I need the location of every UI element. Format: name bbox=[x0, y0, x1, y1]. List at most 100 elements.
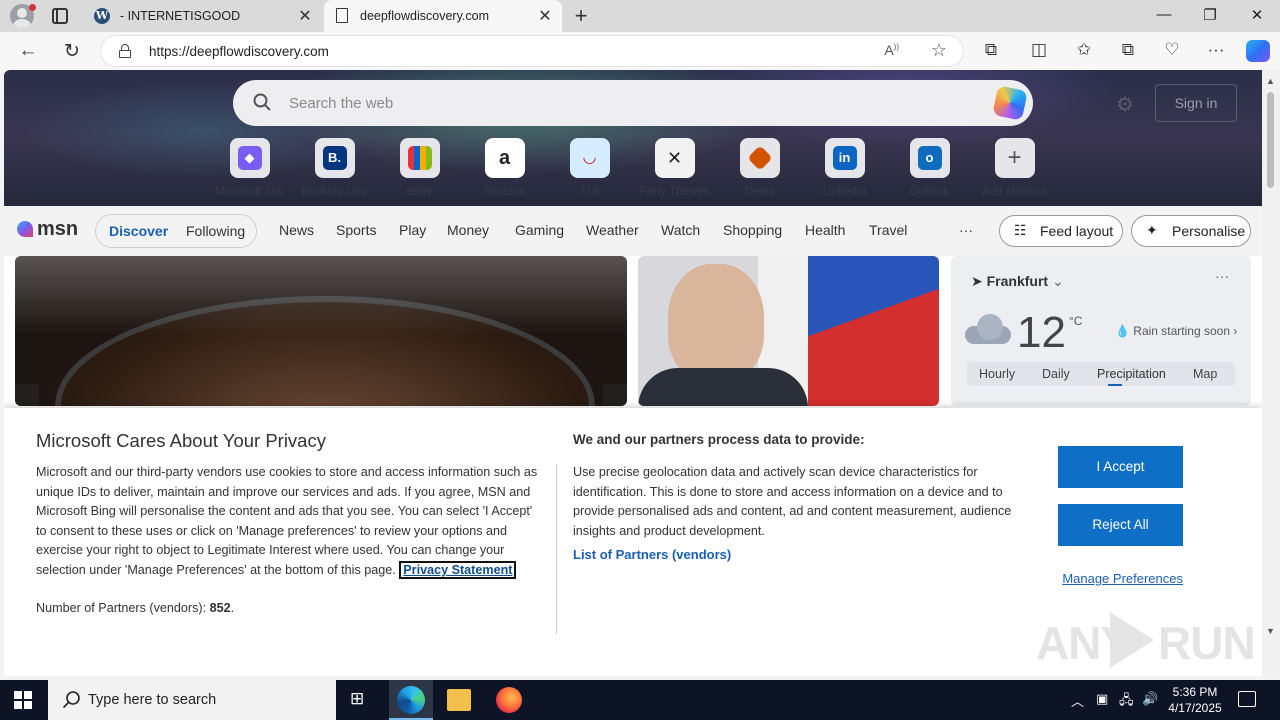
favorites-icon[interactable]: ✩ bbox=[1072, 40, 1096, 60]
address-bar[interactable]: https://deepflowdiscovery.com A)) ☆ bbox=[100, 35, 964, 67]
nav-health[interactable]: Health bbox=[805, 222, 845, 238]
nav-news[interactable]: News bbox=[279, 222, 314, 238]
browser-essentials-icon[interactable]: ♡ bbox=[1160, 40, 1184, 60]
windows-taskbar: Type here to search ⊞ ︿ ▣ 🖧 🔊 5:36 PM 4/… bbox=[0, 680, 1280, 720]
shortcut-label: Microsoft 365 bbox=[214, 186, 285, 198]
taskbar-clock[interactable]: 5:36 PM 4/17/2025 bbox=[1160, 684, 1230, 716]
weather-forecast-note[interactable]: 💧 Rain starting soon › bbox=[1115, 324, 1237, 338]
nav-play[interactable]: Play bbox=[399, 222, 426, 238]
shortcut-booking[interactable]: B. Booking.com bbox=[292, 138, 377, 198]
tab-actions-icon[interactable] bbox=[52, 8, 68, 24]
vendors-list-link[interactable]: List of Partners (vendors) bbox=[573, 547, 731, 562]
weather-location[interactable]: ➤ Frankfurt ⌄ bbox=[971, 273, 1064, 290]
edge-icon[interactable] bbox=[397, 686, 425, 714]
lock-icon[interactable] bbox=[119, 44, 131, 58]
tab-following[interactable]: Following bbox=[186, 223, 245, 239]
notification-icon[interactable] bbox=[1238, 691, 1256, 707]
outlook-icon: o bbox=[917, 146, 942, 170]
shortcut-ebay[interactable]: eBay bbox=[377, 138, 462, 198]
nav-money[interactable]: Money bbox=[447, 222, 489, 238]
more-options-icon[interactable]: ··· bbox=[1215, 268, 1229, 284]
feed-layout-button[interactable]: ☷ Feed layout bbox=[999, 215, 1123, 247]
nav-more-icon[interactable]: ··· bbox=[959, 222, 973, 238]
new-tab-icon[interactable]: + bbox=[570, 3, 592, 29]
tab-internetisgood[interactable]: W - INTERNETISGOOD ✕ bbox=[84, 0, 322, 32]
windows-start-icon[interactable] bbox=[14, 691, 32, 709]
shortcut-label: Deals bbox=[744, 186, 775, 198]
close-tab-icon[interactable]: ✕ bbox=[296, 6, 314, 26]
news-card-politics[interactable] bbox=[638, 256, 939, 406]
ebay-icon bbox=[407, 146, 432, 170]
shortcut-label: Forty Thieves bbox=[639, 186, 710, 198]
carousel-next-button[interactable] bbox=[603, 384, 627, 406]
tab-deepflowdiscovery[interactable]: deepflowdiscovery.com ✕ bbox=[324, 0, 562, 32]
search-box[interactable]: Search the web bbox=[233, 80, 1033, 126]
carousel-prev-button[interactable] bbox=[15, 384, 39, 406]
scroll-up-icon[interactable]: ▲ bbox=[1266, 76, 1275, 86]
news-card-food[interactable] bbox=[15, 256, 627, 406]
close-tab-icon[interactable]: ✕ bbox=[536, 6, 554, 26]
address-url[interactable]: https://deepflowdiscovery.com bbox=[149, 44, 329, 59]
weather-tab-hourly[interactable]: Hourly bbox=[979, 367, 1015, 381]
device-icon[interactable]: ▣ bbox=[1096, 691, 1108, 707]
shortcut-microsoft-365[interactable]: ◆ Microsoft 365 bbox=[207, 138, 292, 198]
scroll-down-icon[interactable]: ▼ bbox=[1266, 626, 1275, 636]
nav-gaming[interactable]: Gaming bbox=[515, 222, 564, 238]
shortcut-outlook[interactable]: o Outlook bbox=[887, 138, 972, 198]
gear-icon[interactable]: ⚙ bbox=[1116, 92, 1134, 117]
manage-preferences-link[interactable]: Manage Preferences bbox=[1058, 571, 1183, 586]
extensions-icon[interactable]: ⧉ bbox=[979, 40, 1003, 60]
close-window-button[interactable]: ✕ bbox=[1234, 6, 1280, 24]
steam-overlay bbox=[15, 256, 627, 336]
nav-travel[interactable]: Travel bbox=[869, 222, 907, 238]
volume-icon[interactable]: 🔊 bbox=[1142, 691, 1158, 707]
booking-icon: B. bbox=[322, 146, 347, 170]
copilot-icon[interactable] bbox=[992, 85, 1028, 121]
person-image bbox=[668, 264, 764, 382]
weather-tab-daily[interactable]: Daily bbox=[1042, 367, 1070, 381]
collections-icon[interactable]: ⧉ bbox=[1116, 40, 1140, 60]
firefox-icon[interactable] bbox=[496, 687, 522, 713]
minimize-button[interactable]: — bbox=[1141, 6, 1187, 23]
page-scrollbar[interactable]: ▲ ▼ bbox=[1262, 70, 1280, 676]
copilot-icon[interactable] bbox=[1246, 40, 1270, 62]
scrollbar-thumb[interactable] bbox=[1267, 92, 1274, 188]
search-icon bbox=[253, 93, 271, 111]
nav-watch[interactable]: Watch bbox=[661, 222, 700, 238]
reject-all-button[interactable]: Reject All bbox=[1058, 504, 1183, 546]
weather-tab-map[interactable]: Map bbox=[1193, 367, 1217, 381]
cloud-icon bbox=[965, 314, 1013, 344]
add-shortcut-button[interactable]: + Add shortcut bbox=[972, 138, 1057, 198]
back-icon[interactable]: ← bbox=[17, 40, 39, 62]
task-view-icon[interactable]: ⊞ bbox=[350, 689, 364, 709]
nav-shopping[interactable]: Shopping bbox=[723, 222, 782, 238]
shortcut-linkedin[interactable]: in LinkedIn bbox=[802, 138, 887, 198]
sign-in-button[interactable]: Sign in bbox=[1155, 84, 1237, 122]
msn-logo[interactable]: msn bbox=[17, 218, 78, 241]
tab-discover[interactable]: Discover bbox=[109, 223, 168, 239]
shortcut-deals[interactable]: Deals bbox=[717, 138, 802, 198]
favorite-star-icon[interactable]: ☆ bbox=[931, 40, 947, 61]
taskbar-search-box[interactable]: Type here to search bbox=[48, 680, 336, 720]
file-explorer-icon[interactable] bbox=[447, 689, 471, 711]
shortcut-amazon[interactable]: a Amazon bbox=[462, 138, 547, 198]
settings-more-icon[interactable]: ··· bbox=[1204, 40, 1228, 60]
shortcut-tui[interactable]: ◡ TUI bbox=[547, 138, 632, 198]
weather-tabs: Hourly Daily Precipitation Map bbox=[967, 362, 1235, 386]
accept-button[interactable]: I Accept bbox=[1058, 446, 1183, 488]
weather-tab-precipitation[interactable]: Precipitation bbox=[1097, 367, 1166, 381]
nav-weather[interactable]: Weather bbox=[586, 222, 639, 238]
refresh-icon[interactable]: ↻ bbox=[61, 40, 83, 63]
split-screen-icon[interactable]: ◫ bbox=[1027, 40, 1051, 60]
partners-label: Number of Partners (vendors): bbox=[36, 601, 207, 615]
privacy-statement-link[interactable]: Privacy Statement bbox=[399, 560, 517, 579]
weather-card[interactable]: ➤ Frankfurt ⌄ ··· 12 °C 💧 Rain starting … bbox=[951, 256, 1251, 406]
restore-button[interactable]: ❐ bbox=[1187, 6, 1233, 24]
personalise-button[interactable]: ✦ Personalise bbox=[1131, 215, 1251, 247]
shortcut-forty-thieves[interactable]: ✕ Forty Thieves bbox=[632, 138, 717, 198]
network-icon[interactable]: 🖧 bbox=[1119, 691, 1134, 713]
chevron-up-icon[interactable]: ︿ bbox=[1071, 691, 1084, 710]
nav-sports[interactable]: Sports bbox=[336, 222, 376, 238]
read-aloud-icon[interactable]: A)) bbox=[884, 42, 899, 58]
page-icon bbox=[336, 8, 348, 23]
